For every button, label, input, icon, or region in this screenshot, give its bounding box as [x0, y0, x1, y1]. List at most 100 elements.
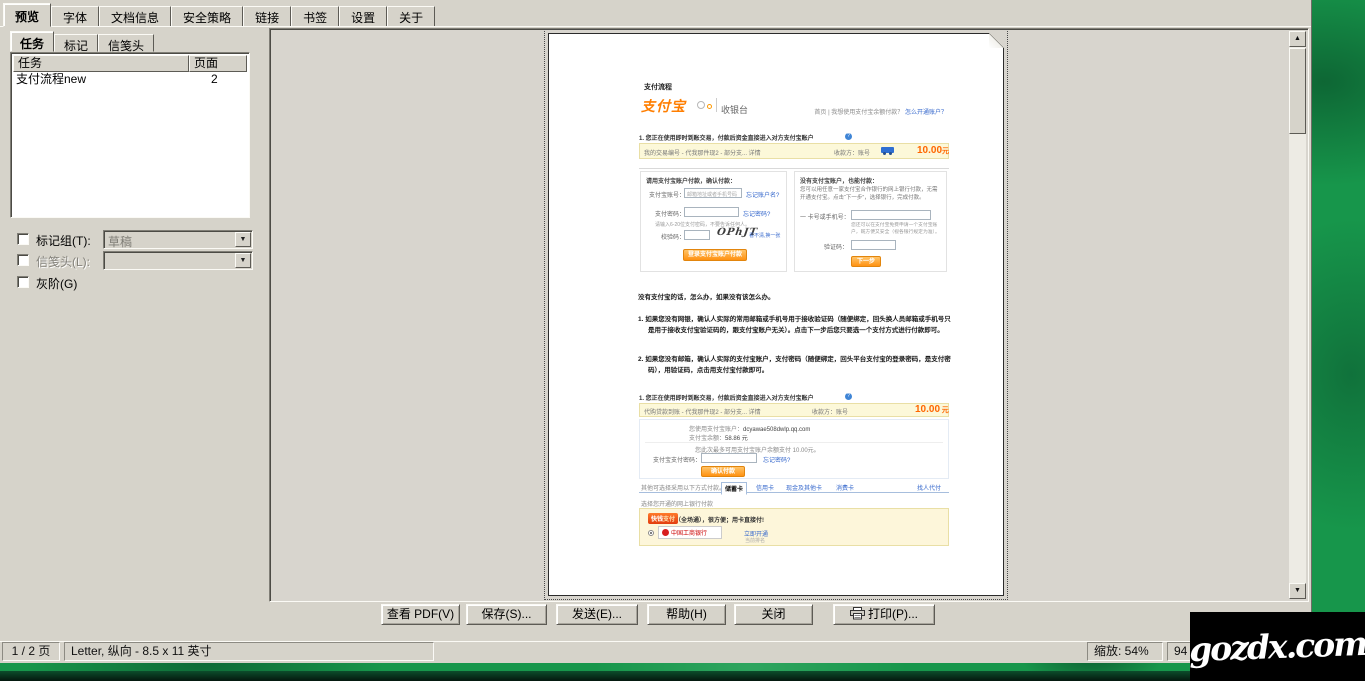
view-pdf-button[interactable]: 查看 PDF(V) — [381, 604, 460, 625]
account-label: 支付宝账号： — [649, 190, 685, 199]
subtab-marks[interactable]: 标记 — [54, 34, 98, 52]
method-tab-consume: 消费卡 — [836, 483, 854, 492]
trade-bar-mid: 收款方：账号 — [834, 148, 870, 157]
logo-decoration-icon — [707, 104, 712, 109]
send-button[interactable]: 发送(E)... — [556, 604, 638, 625]
trade-bar-2-left: 代购贷款到账 - 代我那件现2 - 部分支... 详情 — [644, 407, 761, 416]
preview-area: 支付流程 支付宝 收银台 首页 | 我想使用支付宝余额付款？ 怎么开通账户？ 1… — [269, 28, 1309, 602]
app-window: 预览 字体 文档信息 安全策略 链接 书签 设置 关于 任务 标记 信笺头 任务… — [0, 0, 1311, 663]
task-row[interactable]: 支付流程new 2 — [13, 72, 247, 87]
account-input: 邮箱地址或者手机号码 — [684, 188, 742, 198]
trade-bar-left: 我的交易编号 - 代我那件现2 - 部分支... 详情 — [644, 148, 761, 157]
password-label: 支付密码： — [655, 209, 685, 218]
kuaiqian-logo: 快钱支付 — [648, 513, 678, 524]
document-page[interactable]: 支付流程 支付宝 收银台 首页 | 我想使用支付宝余额付款？ 怎么开通账户？ 1… — [548, 33, 1004, 596]
task-list: 任务 页面 支付流程new 2 — [10, 52, 250, 218]
tab-settings[interactable]: 设置 — [339, 6, 387, 27]
captcha-input — [684, 230, 710, 240]
column-header-pages[interactable]: 页面 — [189, 55, 247, 72]
status-zoom-level: 缩放: 54% — [1087, 642, 1163, 661]
instructions-item-1: 1. 如果您没有网银，确认人实际的常用邮箱或手机号用于接收验证码（随便绑定，回头… — [638, 314, 954, 336]
divider — [639, 168, 949, 169]
methods-intro: 其他可选择采用以下方式付款。 — [641, 483, 725, 492]
question-icon: ? — [845, 133, 852, 140]
document-content: 支付流程 支付宝 收银台 首页 | 我想使用支付宝余额付款？ 怎么开通账户？ 1… — [549, 34, 1003, 595]
task-name: 支付流程new — [16, 72, 86, 87]
vertical-scrollbar[interactable]: ▲ ▼ — [1289, 31, 1306, 599]
forgot-account-link: 忘记账户名? — [746, 190, 779, 199]
password-input — [684, 207, 739, 217]
tab-fonts[interactable]: 字体 — [51, 6, 99, 27]
page-selection-outline: 支付流程 支付宝 收银台 首页 | 我想使用支付宝余额付款？ 怎么开通账户？ 1… — [544, 29, 1008, 600]
status-page-indicator: 1 / 2 页 — [2, 642, 60, 661]
guest-title: 没有支付宝账户，也能付款： — [800, 176, 878, 185]
grayscale-checkbox[interactable] — [17, 276, 29, 288]
instructions-intro: 没有支付宝的话，怎么办，如果没有该怎么办。 — [638, 292, 775, 303]
letterhead-label: 信笺头(L): — [36, 253, 90, 270]
watermark-logo: gozdx.com — [1190, 612, 1365, 681]
captcha-refresh-link: 看不清,换一张 — [749, 232, 780, 239]
login-submit-button: 登录支付宝账户付款 — [683, 249, 747, 261]
method-tab-cash: 现金及其他卡 — [786, 483, 822, 492]
letterhead-checkbox[interactable] — [17, 254, 29, 266]
trade-price-2: 10.00 元 — [915, 404, 949, 415]
notice-line-2: 1. 您正在使用即时到账交易，付款后资金直接进入对方支付宝账户 — [639, 393, 814, 402]
tab-about[interactable]: 关于 — [387, 6, 435, 27]
method-pay-for-me: 找人代付 — [917, 483, 941, 492]
trade-bar-2-mid: 收款方：账号 — [812, 407, 848, 416]
truck-icon — [881, 147, 894, 153]
tag-group-checkbox[interactable] — [17, 233, 29, 245]
tab-bookmarks[interactable]: 书签 — [291, 6, 339, 27]
scrollbar-thumb[interactable] — [1289, 48, 1306, 134]
pay-password-input — [701, 453, 757, 463]
bank-name: 中国工商银行 — [671, 528, 707, 537]
desktop-bottom-shadow — [0, 671, 1365, 681]
bank-radio — [648, 530, 654, 536]
divider — [645, 442, 943, 443]
account-line-1: 您使用支付宝账户：dcyawae508dwlp.qq.com — [689, 424, 810, 433]
account-line-2: 支付宝余额：58.86 元 — [689, 433, 748, 442]
alipay-logo: 支付宝 — [641, 96, 686, 116]
close-button[interactable]: 关闭 — [734, 604, 813, 625]
tab-links[interactable]: 链接 — [243, 6, 291, 27]
left-subtabbar: 任务 标记 信笺头 — [10, 31, 154, 52]
captcha-label: 校验码： — [661, 232, 685, 241]
doc-title: 支付流程 — [644, 82, 672, 92]
promo-text: （全场通），很方便；用卡直接付! — [675, 515, 764, 524]
tab-security[interactable]: 安全策略 — [171, 6, 243, 27]
help-button[interactable]: 帮助(H) — [647, 604, 726, 625]
subtab-tasks[interactable]: 任务 — [10, 31, 54, 52]
trade-price: 10.00元 — [917, 145, 949, 156]
tag-group-combobox[interactable]: 草稿 ▼ — [103, 230, 253, 249]
tab-doc-info[interactable]: 文档信息 — [99, 6, 171, 27]
letterhead-combobox[interactable]: ▼ — [103, 251, 253, 270]
instructions-item-2: 2. 如果您没有邮箱，确认人实际的支付宝账户，支付密码（随便绑定，回头平台支付宝… — [638, 354, 954, 376]
scroll-down-icon[interactable]: ▼ — [1289, 583, 1306, 599]
guest-desc: 您可以用任意一家支付宝合作银行的网上银行付款，无需开通支付宝。点击“下一步”，选… — [800, 186, 942, 202]
bank-option: 中国工商银行 — [658, 526, 722, 539]
column-header-task[interactable]: 任务 — [13, 55, 189, 72]
print-button[interactable]: 打印(P)... — [833, 604, 935, 625]
question-icon: ? — [845, 393, 852, 400]
chevron-down-icon[interactable]: ▼ — [235, 253, 251, 268]
cashier-label: 收银台 — [721, 103, 748, 116]
next-button: 下一步 — [851, 256, 881, 267]
printer-icon — [850, 607, 865, 625]
task-list-header: 任务 页面 — [13, 55, 247, 72]
subtab-letterhead[interactable]: 信笺头 — [98, 34, 154, 52]
notice-line: 1. 您正在使用即时到账交易，付款后资金直接进入对方支付宝账户 — [639, 133, 814, 142]
tag-group-value: 草稿 — [108, 233, 132, 250]
code-label: 验证码： — [824, 242, 848, 251]
save-button[interactable]: 保存(S)... — [466, 604, 547, 625]
chevron-down-icon[interactable]: ▼ — [235, 232, 251, 247]
bank-note: 当前排名 — [745, 537, 765, 544]
method-tab-debit: 储蓄卡 — [721, 482, 747, 495]
card-note: 您还可以在支付宝免费申请一个支付宝账户，既方便又安全（视各银行规定为准）。 — [851, 222, 943, 236]
scroll-up-icon[interactable]: ▲ — [1289, 31, 1306, 47]
forgot-password-link: 忘记密码? — [743, 209, 770, 218]
status-paper-info: Letter, 纵向 - 8.5 x 11 英寸 — [64, 642, 434, 661]
choose-bank-label: 选择您开通的网上银行付款 — [641, 499, 713, 508]
tab-preview[interactable]: 预览 — [3, 3, 51, 27]
logo-divider — [716, 98, 717, 112]
card-input — [851, 210, 931, 220]
